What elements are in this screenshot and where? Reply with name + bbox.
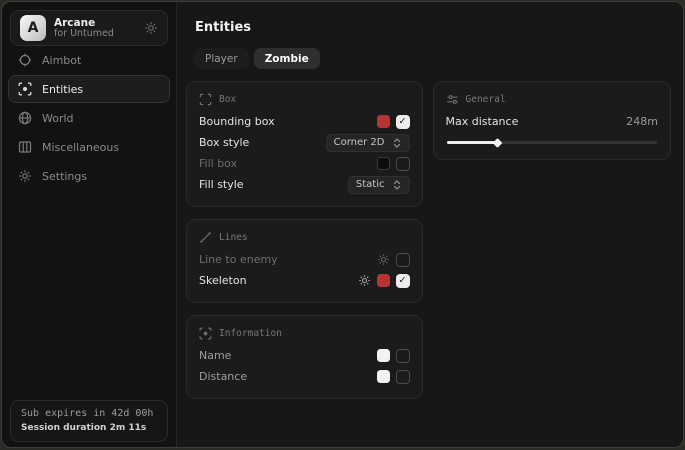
sidebar-nav: Aimbot Entities World Miscellaneous <box>2 46 176 190</box>
right-column: General Max distance 248m <box>433 81 672 160</box>
skeleton-settings-icon[interactable] <box>358 274 371 287</box>
globe-icon <box>18 111 32 125</box>
setting-label: Fill box <box>199 157 237 170</box>
line-to-enemy-settings-icon[interactable] <box>377 253 390 266</box>
brand-card: A Arcane for Untumed <box>10 10 168 46</box>
slider-thumb[interactable] <box>493 138 503 148</box>
sidebar-item-world[interactable]: World <box>8 104 170 132</box>
sidebar-item-aimbot[interactable]: Aimbot <box>8 46 170 74</box>
sub-expiry-text: Sub expires in 42d 00h <box>21 408 157 419</box>
diagonal-line-icon <box>199 231 212 244</box>
main-panel: Entities Player Zombie Box Bounding box <box>178 2 683 447</box>
sidebar-item-label: Aimbot <box>42 54 81 67</box>
card-title: Box <box>219 94 236 105</box>
color-swatch[interactable] <box>377 349 390 362</box>
card-title: Information <box>219 328 282 339</box>
sidebar-item-entities[interactable]: Entities <box>8 75 170 103</box>
sidebar-item-label: Settings <box>42 170 87 183</box>
setting-label: Bounding box <box>199 115 275 128</box>
setting-row-box-style: Box style Corner 2D <box>199 132 410 153</box>
sidebar-item-label: Miscellaneous <box>42 141 119 154</box>
setting-row-distance: Distance <box>199 366 410 387</box>
setting-row-skeleton: Skeleton ✓ <box>199 270 410 291</box>
max-distance-slider[interactable] <box>447 141 658 144</box>
lines-card-header: Lines <box>199 231 410 244</box>
lines-card: Lines Line to enemy Skeleton <box>186 219 423 303</box>
sidebar-item-label: World <box>42 112 74 125</box>
skeleton-checkbox[interactable]: ✓ <box>396 274 410 288</box>
sidebar-item-label: Entities <box>42 83 83 96</box>
tab-zombie[interactable]: Zombie <box>254 48 320 69</box>
card-title: General <box>466 94 506 105</box>
general-card-header: General <box>446 93 659 106</box>
scan-dot-icon <box>199 327 212 340</box>
sidebar: A Arcane for Untumed Category Aimbot <box>2 2 177 447</box>
color-swatch[interactable] <box>377 370 390 383</box>
setting-row-fill-style: Fill style Static <box>199 174 410 195</box>
subscription-status-card: Sub expires in 42d 00h Session duration … <box>10 400 168 442</box>
app-logo: A <box>20 15 46 41</box>
setting-row-bounding-box: Bounding box ✓ <box>199 111 410 132</box>
setting-row-line-to-enemy: Line to enemy <box>199 249 410 270</box>
setting-row-name: Name <box>199 345 410 366</box>
dropdown-value: Static <box>356 179 385 190</box>
app-window: A Arcane for Untumed Category Aimbot <box>1 1 684 448</box>
information-card: Information Name Distance <box>186 315 423 399</box>
session-duration-text: Session duration 2m 11s <box>21 423 157 433</box>
fill-box-checkbox[interactable] <box>396 157 410 171</box>
columns-icon <box>18 140 32 154</box>
general-card: General Max distance 248m <box>433 81 672 160</box>
dropdown-value: Corner 2D <box>334 137 385 148</box>
sidebar-item-settings[interactable]: Settings <box>8 162 170 190</box>
line-to-enemy-checkbox[interactable] <box>396 253 410 267</box>
box-card: Box Bounding box ✓ Box style Co <box>186 81 423 207</box>
app-subtitle: for Untumed <box>54 29 114 40</box>
app-name: Arcane <box>54 17 114 29</box>
sidebar-item-miscellaneous[interactable]: Miscellaneous <box>8 133 170 161</box>
bounding-box-checkbox[interactable]: ✓ <box>396 115 410 129</box>
brand-settings-icon[interactable] <box>144 21 158 35</box>
setting-label: Skeleton <box>199 274 247 287</box>
corners-icon <box>199 93 212 106</box>
information-card-header: Information <box>199 327 410 340</box>
setting-label: Max distance <box>446 115 519 128</box>
fill-style-dropdown[interactable]: Static <box>348 176 410 194</box>
setting-label: Line to enemy <box>199 253 278 266</box>
chevron-updown-icon <box>392 179 402 191</box>
entity-tabs: Player Zombie <box>194 48 683 69</box>
color-swatch[interactable] <box>377 115 390 128</box>
setting-label: Distance <box>199 370 247 383</box>
setting-row-fill-box: Fill box <box>199 153 410 174</box>
gear-icon <box>18 169 32 183</box>
setting-label: Box style <box>199 136 249 149</box>
scan-icon <box>18 82 32 96</box>
name-checkbox[interactable] <box>396 349 410 363</box>
box-card-header: Box <box>199 93 410 106</box>
card-title: Lines <box>219 232 248 243</box>
setting-label: Name <box>199 349 231 362</box>
slider-fill <box>447 141 498 144</box>
brand-texts: Arcane for Untumed <box>54 17 114 40</box>
max-distance-value: 248m <box>626 115 658 128</box>
sliders-icon <box>446 93 459 106</box>
crosshair-icon <box>18 53 32 67</box>
color-swatch[interactable] <box>377 274 390 287</box>
setting-row-max-distance: Max distance 248m <box>446 111 659 132</box>
color-swatch[interactable] <box>377 157 390 170</box>
setting-label: Fill style <box>199 178 244 191</box>
settings-content: Box Bounding box ✓ Box style Co <box>186 81 671 447</box>
tab-player[interactable]: Player <box>194 48 249 69</box>
page-title: Entities <box>195 20 683 35</box>
left-column: Box Bounding box ✓ Box style Co <box>186 81 423 399</box>
box-style-dropdown[interactable]: Corner 2D <box>326 134 410 152</box>
distance-checkbox[interactable] <box>396 370 410 384</box>
chevron-updown-icon <box>392 137 402 149</box>
